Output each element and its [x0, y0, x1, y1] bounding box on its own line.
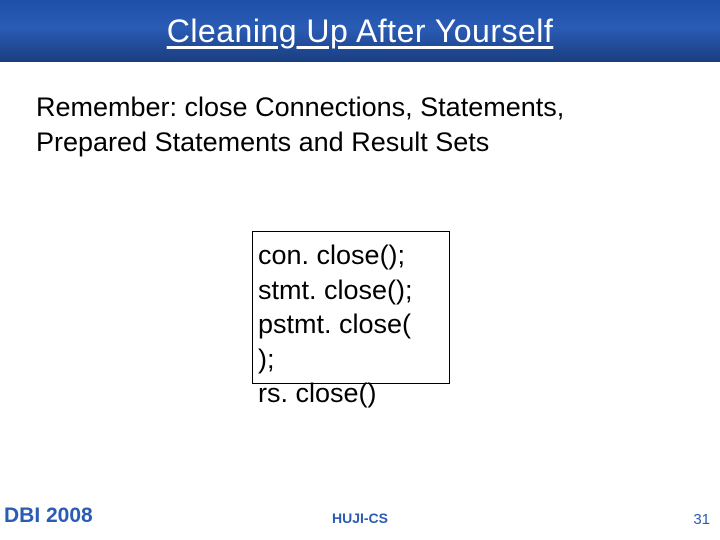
code-line-1: con. close(); [258, 238, 458, 273]
footer-center: HUJI-CS [0, 510, 720, 526]
slide-title: Cleaning Up After Yourself [167, 13, 554, 50]
footer-page-number: 31 [693, 511, 710, 528]
code-line-3: pstmt. close( [258, 307, 458, 342]
slide: Cleaning Up After Yourself Remember: clo… [0, 0, 720, 540]
code-line-5: rs. close() [258, 376, 458, 411]
code-line-2: stmt. close(); [258, 273, 458, 308]
code-block: con. close(); stmt. close(); pstmt. clos… [258, 238, 458, 411]
body-text: Remember: close Connections, Statements,… [36, 90, 684, 159]
title-bar: Cleaning Up After Yourself [0, 0, 720, 62]
body-line-2: Prepared Statements and Result Sets [36, 125, 684, 160]
code-line-4: ); [258, 342, 458, 377]
body-line-1: Remember: close Connections, Statements, [36, 90, 684, 125]
